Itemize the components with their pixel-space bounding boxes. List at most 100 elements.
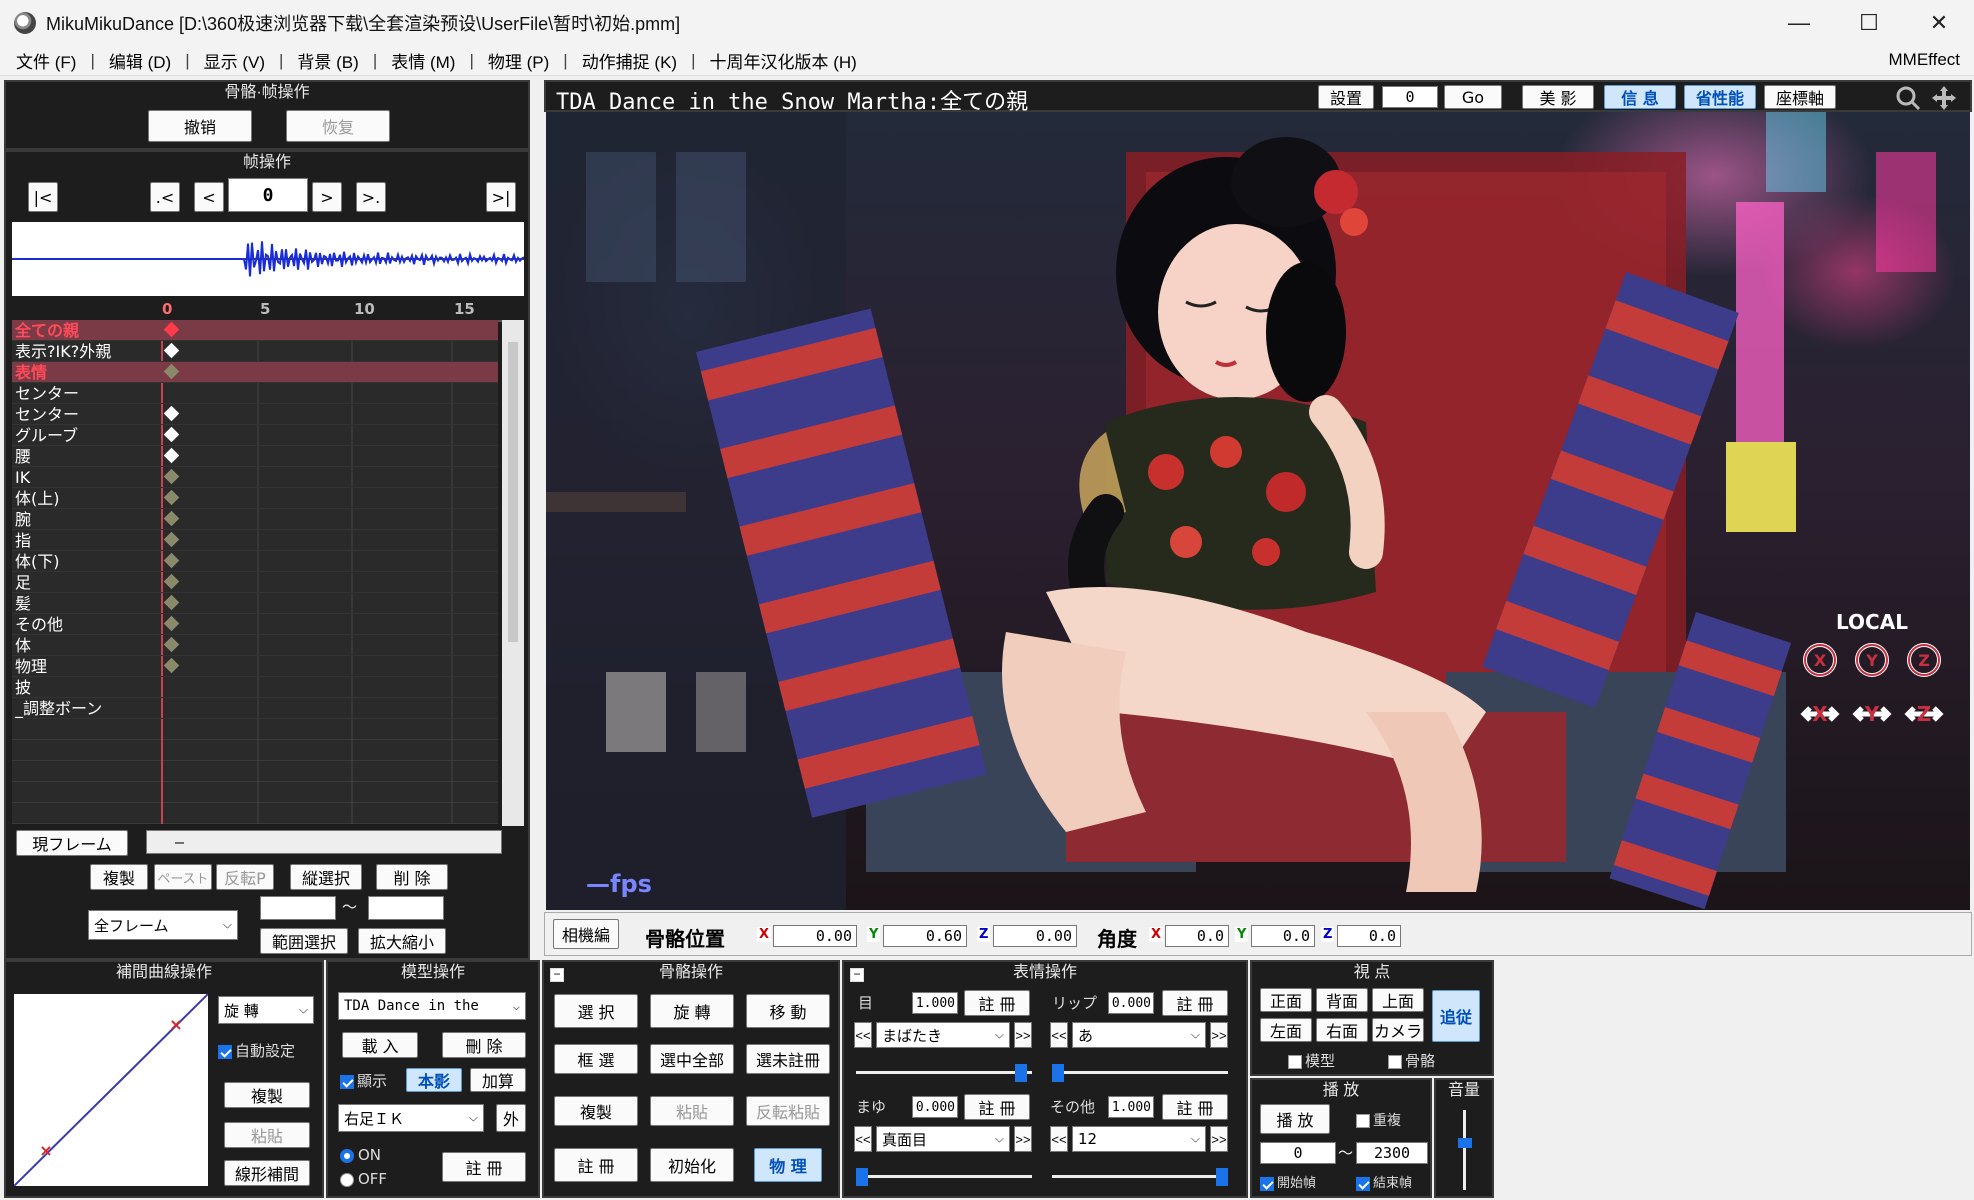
timeline-row[interactable]: 披 — [12, 677, 498, 698]
keyframe-diamond[interactable] — [163, 468, 180, 485]
timeline-row[interactable]: IK — [12, 467, 498, 488]
keyframe-diamond[interactable] — [163, 405, 180, 422]
keyframe-diamond[interactable] — [163, 636, 180, 653]
load-model-button[interactable]: 載 入 — [342, 1032, 418, 1058]
interp-paste-button[interactable]: 粘貼 — [224, 1122, 310, 1148]
collapse-icon[interactable]: − — [550, 968, 564, 982]
frame-number-field[interactable]: 0 — [228, 178, 308, 212]
brow-prev-button[interactable]: << — [854, 1126, 872, 1152]
slider-thumb[interactable] — [1052, 1064, 1064, 1082]
other-value-field[interactable]: 1.000 — [1108, 1096, 1154, 1118]
beauty-button[interactable]: 美 影 — [1522, 85, 1594, 109]
linear-interp-button[interactable]: 線形補間 — [224, 1160, 310, 1186]
copy-frames-button[interactable]: 複製 — [90, 864, 148, 890]
timeline-row[interactable]: 物理 — [12, 656, 498, 677]
eye-register-button[interactable]: 註 冊 — [964, 990, 1030, 1016]
model-register-button[interactable]: 註 冊 — [442, 1152, 526, 1182]
timeline-row[interactable]: 表情 — [12, 362, 498, 383]
range-select-button[interactable]: 範囲選択 — [260, 928, 348, 954]
physics-toggle[interactable]: 物 理 — [754, 1148, 822, 1182]
undo-button[interactable]: 撤销 — [148, 110, 252, 142]
view-back-button[interactable]: 背面 — [1316, 988, 1368, 1012]
other-register-button[interactable]: 註 冊 — [1162, 1094, 1228, 1120]
timeline-row[interactable]: 足 — [12, 572, 498, 593]
model-select[interactable]: TDA Dance in the ⌵ — [338, 992, 526, 1020]
minimize-button[interactable]: — — [1764, 0, 1834, 46]
timeline-row[interactable]: グルーブ — [12, 425, 498, 446]
timeline-row[interactable]: その他 — [12, 614, 498, 635]
timeline-row[interactable]: 指 — [12, 530, 498, 551]
range-end-field[interactable] — [368, 896, 444, 920]
timeline-scrollbar[interactable] — [502, 320, 524, 826]
timeline-scroll-thumb[interactable] — [508, 342, 518, 642]
eye-value-field[interactable]: 1.000 — [912, 992, 958, 1014]
view-camera-button[interactable]: カメラ — [1372, 1018, 1424, 1042]
repeat-check[interactable] — [1356, 1114, 1370, 1128]
lip-morph-select[interactable]: あ ⌵ — [1072, 1022, 1206, 1048]
prev-frame-button[interactable]: < — [194, 182, 224, 212]
camera-edit-button[interactable]: 相機編 — [553, 919, 619, 949]
timeline-row[interactable]: センター — [12, 383, 498, 404]
delete-frames-button[interactable]: 削 除 — [376, 864, 448, 890]
info-toggle[interactable]: 信 息 — [1604, 85, 1676, 109]
bone-reverse-paste-button[interactable]: 反転粘貼 — [746, 1096, 830, 1126]
lip-register-button[interactable]: 註 冊 — [1162, 990, 1228, 1016]
rotate-z-icon[interactable]: Z — [1904, 640, 1944, 680]
keyframe-diamond[interactable] — [163, 426, 180, 443]
render-viewport[interactable]: LOCAL X Y Z X Y Z —fps — [546, 112, 1970, 910]
view-model-checkbox[interactable]: 模型 — [1288, 1050, 1335, 1071]
move-view-icon[interactable] — [1930, 84, 1958, 112]
keyframe-diamond[interactable] — [163, 594, 180, 611]
timeline-row[interactable]: 体 — [12, 635, 498, 656]
view-left-button[interactable]: 左面 — [1260, 1018, 1312, 1042]
box-select-button[interactable]: 框 選 — [554, 1044, 638, 1074]
on-radio[interactable]: ON — [340, 1146, 381, 1164]
auto-setting-checkbox[interactable]: 自動設定 — [218, 1040, 295, 1061]
keyframe-diamond[interactable] — [163, 573, 180, 590]
move-z-icon[interactable]: Z — [1904, 694, 1944, 734]
lip-next-button[interactable]: >> — [1210, 1022, 1228, 1048]
bone-select[interactable]: 右足ＩＫ ⌵ — [338, 1104, 484, 1132]
frame-scope-select[interactable]: 全フレーム ⌵ — [88, 910, 238, 940]
auto-setting-check[interactable] — [218, 1044, 232, 1059]
pos-z-field[interactable]: 0.00 — [993, 925, 1077, 947]
rot-y-field[interactable]: 0.0 — [1251, 925, 1315, 947]
settings-button[interactable]: 設置 — [1318, 85, 1374, 109]
timeline-row[interactable]: 腕 — [12, 509, 498, 530]
slider-thumb[interactable] — [1015, 1064, 1028, 1082]
view-top-button[interactable]: 上面 — [1372, 988, 1424, 1012]
perf-toggle[interactable]: 省性能 — [1684, 85, 1756, 109]
timeline-row[interactable]: 腰 — [12, 446, 498, 467]
show-model-checkbox[interactable]: 顯示 — [340, 1070, 387, 1091]
pos-x-field[interactable]: 0.00 — [773, 925, 857, 947]
bone-register-button[interactable]: 註 冊 — [554, 1148, 638, 1182]
timeline-row[interactable]: 体(下) — [12, 551, 498, 572]
keyframe-diamond[interactable] — [163, 489, 180, 506]
close-button[interactable]: ✕ — [1904, 0, 1974, 46]
keyframe-diamond[interactable] — [163, 615, 180, 632]
outer-parent-button[interactable]: 外 — [496, 1104, 526, 1132]
redo-button[interactable]: 恢复 — [286, 110, 390, 142]
eye-next-button[interactable]: >> — [1014, 1022, 1032, 1048]
next-frame-button[interactable]: > — [312, 182, 342, 212]
play-end-field[interactable]: 2300 — [1356, 1142, 1428, 1164]
keyframe-diamond[interactable] — [163, 657, 180, 674]
select-all-button[interactable]: 選中全部 — [650, 1044, 734, 1074]
bone-move-button[interactable]: 移 動 — [746, 994, 830, 1028]
brow-register-button[interactable]: 註 冊 — [964, 1094, 1030, 1120]
brow-value-field[interactable]: 0.000 — [912, 1096, 958, 1118]
bone-paste-button[interactable]: 粘貼 — [650, 1096, 734, 1126]
brow-next-button[interactable]: >> — [1014, 1126, 1032, 1152]
eye-morph-select[interactable]: まばたき ⌵ — [876, 1022, 1010, 1048]
move-y-icon[interactable]: Y — [1852, 694, 1892, 734]
next-key-button[interactable]: >. — [356, 182, 386, 212]
brow-slider[interactable] — [856, 1168, 1032, 1186]
menu-physics[interactable]: 物理 (P) — [488, 48, 549, 73]
slider-thumb[interactable] — [1216, 1168, 1228, 1186]
go-button[interactable]: Go — [1444, 85, 1502, 109]
play-start-field[interactable]: 0 — [1260, 1142, 1336, 1164]
rot-z-field[interactable]: 0.0 — [1337, 925, 1401, 947]
goto-frame-field[interactable]: 0 — [1382, 86, 1438, 108]
keyframe-diamond[interactable] — [163, 531, 180, 548]
keyframe-diamond[interactable] — [163, 321, 180, 338]
